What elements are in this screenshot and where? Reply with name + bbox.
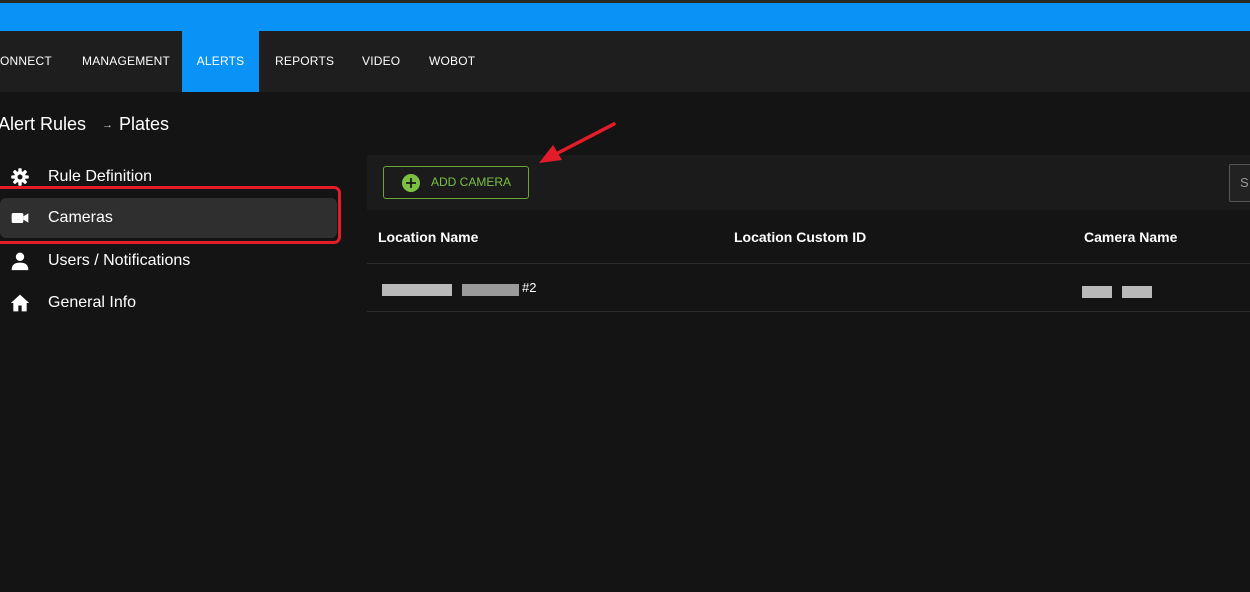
add-camera-label: ADD CAMERA	[431, 175, 512, 189]
search-input[interactable]: S	[1229, 164, 1250, 202]
gear-icon	[11, 168, 29, 186]
sidebar-item-label: Rule Definition	[48, 168, 153, 185]
location-name-suffix: #2	[522, 280, 537, 295]
sidebar-item-rule-definition[interactable]: Rule Definition	[0, 157, 337, 197]
camera-toolbar: ADD CAMERA S	[367, 155, 1250, 210]
sidebar-item-general-info[interactable]: General Info	[0, 283, 337, 323]
column-header-camera-name[interactable]: Camera Name	[1084, 211, 1177, 263]
main-nav: ONNECT MANAGEMENT ALERTS REPORTS VIDEO W…	[0, 31, 1250, 92]
column-header-location-name[interactable]: Location Name	[378, 211, 478, 263]
breadcrumb-current: Plates	[119, 114, 170, 134]
table-row[interactable]: #2	[367, 264, 1250, 312]
sidebar-item-cameras[interactable]: Cameras	[0, 198, 337, 238]
top-banner	[0, 3, 1250, 31]
sidebar-item-label: General Info	[48, 294, 137, 311]
nav-item-reports[interactable]: REPORTS	[275, 31, 334, 92]
annotation-arrow	[539, 122, 616, 163]
nav-item-wobot[interactable]: WOBOT	[429, 31, 475, 92]
nav-item-management[interactable]: MANAGEMENT	[82, 31, 170, 92]
home-icon	[10, 294, 30, 312]
nav-item-alerts[interactable]: ALERTS	[182, 31, 259, 92]
sidebar-item-label: Cameras	[48, 209, 113, 226]
plus-circle-icon	[402, 174, 420, 192]
redacted-camera-name	[1082, 286, 1112, 298]
redacted-location-name	[382, 284, 452, 296]
nav-item-video[interactable]: VIDEO	[362, 31, 400, 92]
sidebar-item-label: Users / Notifications	[48, 252, 191, 269]
sidebar-item-users-notifications[interactable]: Users / Notifications	[0, 241, 337, 281]
redacted-location-name-part	[462, 284, 519, 296]
column-header-location-custom-id[interactable]: Location Custom ID	[734, 211, 866, 263]
redacted-camera-name-part	[1122, 286, 1152, 298]
nav-item-connect[interactable]: ONNECT	[0, 31, 52, 92]
video-camera-icon	[11, 213, 29, 223]
breadcrumb-arrow-icon: →	[102, 119, 113, 131]
add-camera-button[interactable]: ADD CAMERA	[383, 166, 529, 199]
user-icon	[11, 252, 29, 271]
breadcrumb-parent-link[interactable]: Alert Rules	[0, 114, 86, 135]
